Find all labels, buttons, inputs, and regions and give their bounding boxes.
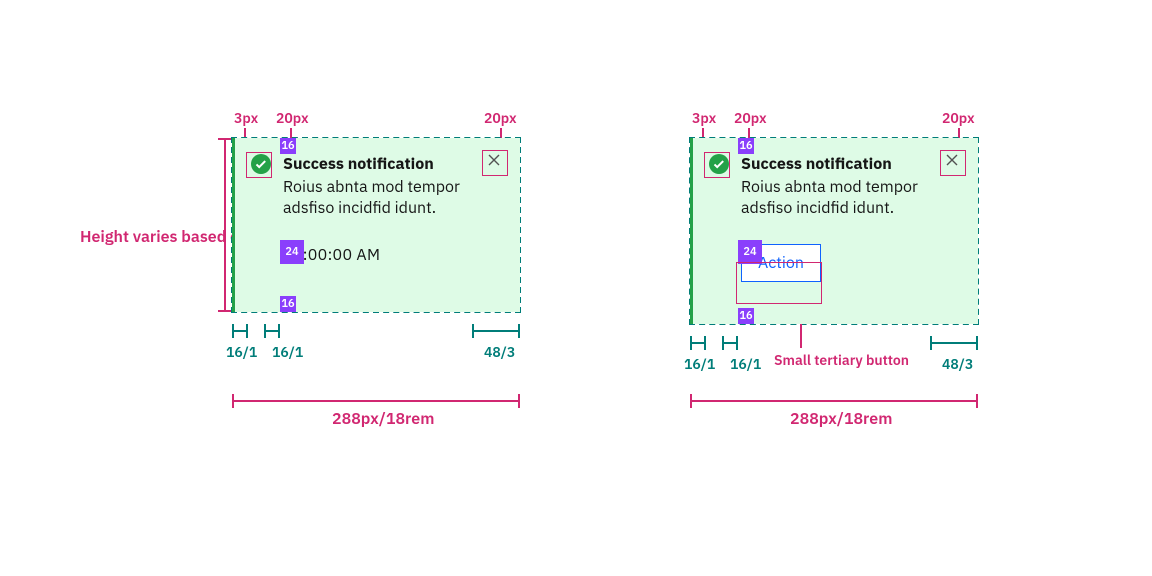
success-icon-b xyxy=(709,154,729,174)
success-icon xyxy=(251,154,271,174)
toast-notification: Success notification Roius abnta mod tem… xyxy=(232,138,520,312)
gutter-label-1a: 16/1 xyxy=(226,344,257,361)
close-button[interactable] xyxy=(486,152,506,172)
trailing-ruler-a xyxy=(472,324,520,338)
spacer-token-bot-b: 16 xyxy=(738,308,754,324)
notification-spec-action: Success notification Roius abnta mod tem… xyxy=(690,138,978,324)
gutter-ruler-2b xyxy=(722,336,738,350)
border-width-label-b: 3px xyxy=(692,110,716,127)
toast-notification-b: Success notification Roius abnta mod tem… xyxy=(690,138,978,324)
notification-body: Roius abnta mod tempor adsfiso incidfid … xyxy=(283,177,472,220)
gutter-label-2b: 16/1 xyxy=(730,356,761,373)
spacer-token-mid: 24 xyxy=(280,240,304,264)
icon-size-label-b: 20px xyxy=(734,110,767,127)
gutter-ruler-1b xyxy=(690,336,706,350)
icon-size-label-a: 20px xyxy=(276,110,309,127)
spacer-token-mid-b: 24 xyxy=(738,240,762,264)
tertiary-button-label: Small tertiary button xyxy=(774,352,909,369)
gutter-label-2a: 16/1 xyxy=(272,344,303,361)
width-label-a: 288px/18rem xyxy=(332,410,434,429)
notification-body-b: Roius abnta mod tempor adsfiso incidfid … xyxy=(741,177,930,220)
close-button-b[interactable] xyxy=(944,152,964,172)
trailing-label-b: 48/3 xyxy=(942,356,973,373)
notification-timestamp: 00:00:00 AM xyxy=(283,244,472,266)
gutter-ruler-2a xyxy=(264,324,280,338)
border-width-label-a: 3px xyxy=(234,110,258,127)
close-size-label-b: 20px xyxy=(942,110,975,127)
close-size-label-a: 20px xyxy=(484,110,517,127)
gutter-label-1b: 16/1 xyxy=(684,356,715,373)
height-ruler xyxy=(218,138,232,312)
notification-title-b: Success notification xyxy=(741,154,930,175)
notification-title: Success notification xyxy=(283,154,472,175)
gutter-ruler-1a xyxy=(232,324,248,338)
trailing-label-a: 48/3 xyxy=(484,344,515,361)
spacer-token-top-b: 16 xyxy=(738,138,754,154)
notification-spec-timestamp: Success notification Roius abnta mod tem… xyxy=(232,138,520,312)
width-ruler-a xyxy=(232,394,520,408)
height-varies-label: Height varies based on content xyxy=(80,228,210,247)
spacer-token-top: 16 xyxy=(280,138,296,154)
width-label-b: 288px/18rem xyxy=(790,410,892,429)
trailing-ruler-b xyxy=(930,336,978,350)
spacer-token-bot: 16 xyxy=(280,296,296,312)
width-ruler-b xyxy=(690,394,978,408)
